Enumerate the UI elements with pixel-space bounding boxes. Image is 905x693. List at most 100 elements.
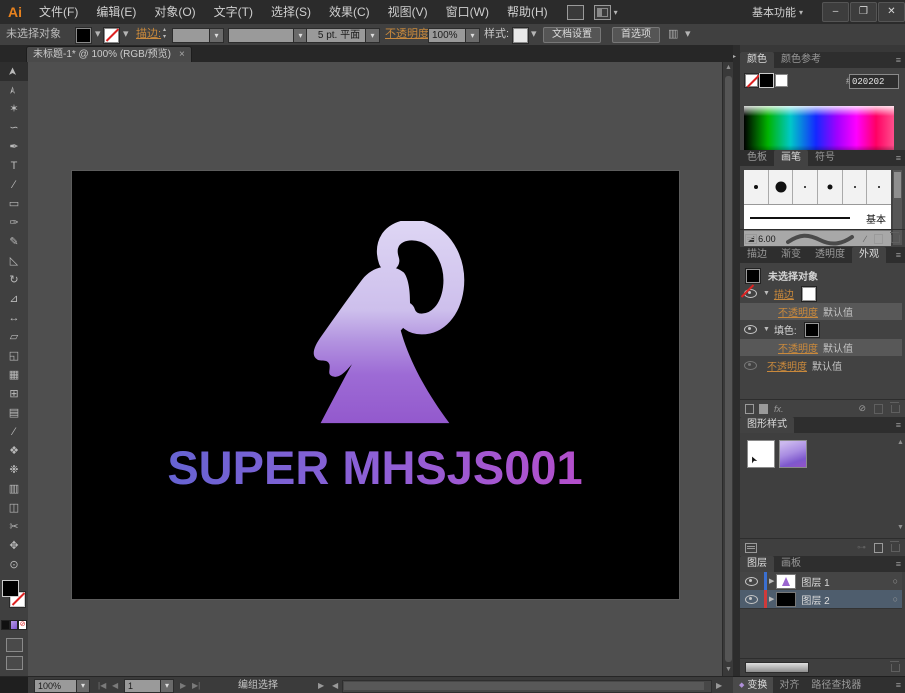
last-artboard-icon[interactable]: ▶| [192,677,200,693]
stroke-weight-field[interactable] [172,28,214,43]
menu-view[interactable]: 视图(V) [379,0,437,24]
layer-target-icon[interactable]: ○ [893,594,898,604]
expand-icon[interactable]: ▼ [763,326,770,333]
stroke-none-swatch[interactable] [801,286,816,301]
delete-layer-icon[interactable] [890,660,900,672]
tab-brushes[interactable]: 画笔 [774,150,808,166]
tab-color[interactable]: 颜色 [740,52,774,68]
direct-selection-tool[interactable]: ➣ [0,81,28,100]
blend-tool[interactable]: ❖ [0,442,28,461]
add-new-stroke-icon[interactable] [745,403,754,414]
symbol-sprayer-tool[interactable]: ❉ [0,461,28,480]
shape-builder-tool[interactable]: ◱ [0,347,28,366]
appearance-stroke-opacity-row[interactable]: 不透明度 默认值 [740,303,902,320]
workspace-switcher[interactable]: 基本功能 [752,4,796,20]
remove-brush-stroke-icon[interactable]: ∕ [864,234,866,244]
color-panel-menu-icon[interactable]: ≡ [896,52,905,68]
appearance-fill-row[interactable]: ▼ 填色: [740,321,902,338]
add-new-fill-icon[interactable] [759,403,768,414]
layers-panel-menu-icon[interactable]: ≡ [896,556,905,572]
first-artboard-icon[interactable]: |◀ [98,677,106,693]
slice-tool[interactable]: ✂ [0,518,28,537]
control-panel-menu-icon[interactable]: ▥ [668,24,678,45]
none-swatch[interactable] [745,74,758,87]
new-brush-icon[interactable] [874,233,883,244]
hex-input[interactable] [849,74,899,89]
canvas[interactable]: SUPER MHSJS001 [28,62,722,676]
tab-color-guide[interactable]: 颜色参考 [774,52,828,68]
goat-logo[interactable] [282,221,484,434]
stroke-weight-stepper[interactable]: ▴ ▾ [163,27,166,41]
clear-appearance-icon[interactable]: ⊘ [858,403,866,414]
artboard-number-field[interactable]: 1 [124,679,164,693]
appearance-object-opacity-row[interactable]: 不透明度 默认值 [740,357,902,374]
scale-tool[interactable]: ⊿ [0,290,28,309]
minimize-button[interactable]: – [822,2,849,22]
appearance-fill-opacity-row[interactable]: 不透明度 默认值 [740,339,902,356]
layer-expand-icon[interactable]: ▶ [769,577,774,585]
brush-item[interactable] [818,170,843,204]
zoom-level-field[interactable]: 100% [34,679,80,693]
opacity-panel-link[interactable]: 不透明度: [385,24,432,45]
line-segment-tool[interactable]: ∕ [0,176,28,195]
brush-item[interactable] [744,170,769,204]
restore-button[interactable]: ❐ [850,2,877,22]
tab-appearance[interactable]: 外观 [852,247,886,263]
appearance-stroke-row[interactable]: ▼ 描边 [740,285,902,302]
layer-thumbnail[interactable] [776,591,797,607]
document-close-icon[interactable]: × [179,49,185,60]
appearance-panel-menu-icon[interactable]: ≡ [896,247,905,263]
zoom-tool[interactable]: ⊙ [0,556,28,575]
styles-scroll-up-icon[interactable]: ▲ [895,437,905,449]
brush-item[interactable] [867,170,891,204]
layer-visibility-icon[interactable] [745,576,758,586]
layers-horizontal-scrollbar[interactable] [745,662,809,673]
menu-file[interactable]: 文件(F) [30,0,87,24]
duplicate-item-icon[interactable] [874,403,883,414]
tab-symbols[interactable]: 符号 [808,150,842,166]
fill-color-swatch[interactable] [76,28,91,43]
opacity-link[interactable]: 不透明度 [778,304,818,319]
perspective-grid-tool[interactable]: ▦ [0,366,28,385]
new-style-icon[interactable] [874,542,883,553]
prev-artboard-icon[interactable]: ◀ [112,677,118,693]
lasso-tool[interactable]: ∽ [0,119,28,138]
rectangle-tool[interactable]: ▭ [0,195,28,214]
purple-gradient-style-thumb[interactable] [779,440,807,468]
collapse-dock-icon[interactable]: ▸ [733,53,736,60]
layer-expand-icon[interactable]: ▶ [769,595,774,603]
control-panel-caret-icon[interactable]: ▾ [685,24,691,45]
opacity-field[interactable]: 100% [428,28,470,43]
layer-visibility-icon[interactable] [745,594,758,604]
layer-row-1[interactable]: ▶ 图层 1 ○ [740,572,902,591]
brushes-panel-menu-icon[interactable]: ≡ [896,150,905,166]
width-profile-field[interactable] [228,28,300,43]
drawing-mode-button[interactable] [6,638,23,652]
layer-name[interactable]: 图层 1 [801,574,829,589]
tab-layers[interactable]: 图层 [740,556,774,572]
menu-select[interactable]: 选择(S) [262,0,320,24]
delete-brush-icon[interactable] [890,231,900,243]
menu-edit[interactable]: 编辑(E) [87,0,145,24]
dock-divider[interactable]: ▸ [733,45,740,676]
brush-libraries-icon[interactable] [745,233,757,244]
brush-item[interactable] [843,170,868,204]
width-tool[interactable]: ↔ [0,309,28,328]
hand-tool[interactable]: ✥ [0,537,28,556]
pen-tool[interactable]: ✒ [0,138,28,157]
visibility-eye-icon[interactable] [744,361,757,370]
default-style-thumb[interactable]: ➤ [747,440,775,468]
column-graph-tool[interactable]: ▥ [0,480,28,499]
delete-style-icon[interactable] [890,540,900,552]
expand-icon[interactable]: ▼ [763,290,770,297]
screen-mode-button[interactable] [6,656,23,670]
style-libraries-icon[interactable] [745,542,757,553]
logo-text[interactable]: SUPER MHSJS001 [72,437,679,499]
vertical-scroll-thumb[interactable] [725,76,732,662]
tab-graphic-styles[interactable]: 图形样式 [740,417,794,433]
fill-proxy-swatch[interactable] [2,580,19,597]
document-tab[interactable]: 未标题-1* @ 100% (RGB/预览) × [26,46,192,63]
stroke-weight-caret-icon[interactable]: ▾ [209,28,224,43]
free-transform-tool[interactable]: ▱ [0,328,28,347]
graphic-styles-menu-icon[interactable]: ≡ [896,417,905,433]
